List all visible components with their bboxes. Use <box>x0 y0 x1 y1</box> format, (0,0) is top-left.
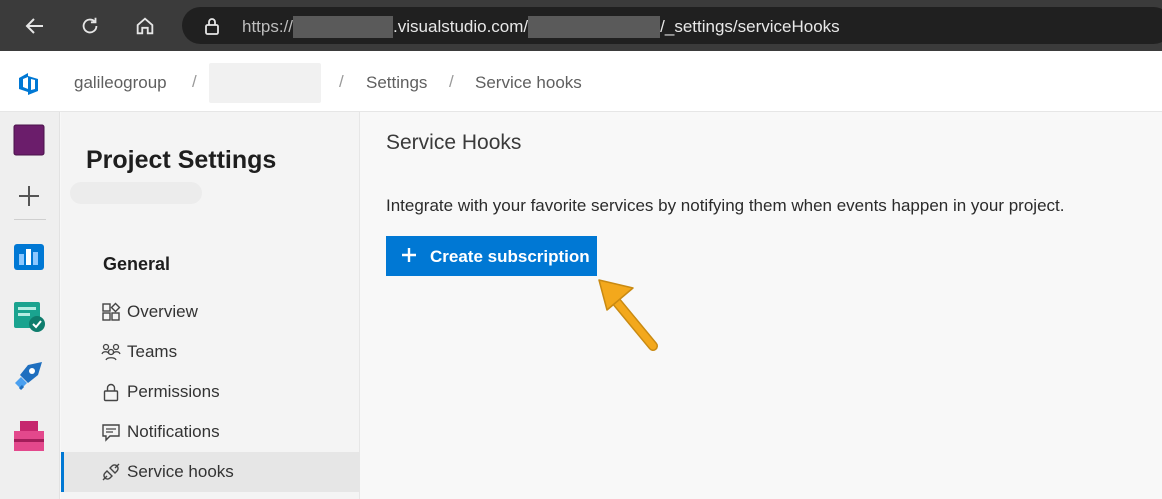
nav-item-notifications[interactable]: Notifications <box>61 412 360 452</box>
teams-icon <box>101 343 121 361</box>
url-text: https:// .visualstudio.com/ /_settings/s… <box>242 16 840 38</box>
general-group-title: General <box>103 254 171 274</box>
home-icon <box>136 17 154 35</box>
test-plans-icon <box>14 302 45 332</box>
create-subscription-button[interactable]: Create subscription <box>386 236 597 276</box>
boards-icon <box>14 244 44 270</box>
annotation-arrow-icon <box>598 279 658 351</box>
browser-toolbar: https:// .visualstudio.com/ /_settings/s… <box>0 0 1162 51</box>
home-button[interactable] <box>128 9 162 43</box>
nav-item-label: Notifications <box>127 422 220 441</box>
nav-item-label: Service hooks <box>127 462 234 481</box>
back-arrow-icon <box>25 18 43 34</box>
plus-icon <box>402 248 416 262</box>
page-description: Integrate with your favorite services by… <box>386 196 1065 215</box>
breadcrumb-separator: / <box>192 72 197 91</box>
boards-button[interactable] <box>12 240 46 274</box>
url-host: .visualstudio.com/ <box>393 17 529 36</box>
address-bar[interactable]: https:// .visualstudio.com/ /_settings/s… <box>182 7 1162 44</box>
azure-devops-logo[interactable] <box>17 70 43 101</box>
breadcrumb-service-hooks[interactable]: Service hooks <box>475 73 582 93</box>
main-content: Service Hooks Integrate with your favori… <box>361 112 1162 499</box>
breadcrumb-separator: / <box>339 72 344 91</box>
add-button[interactable] <box>12 179 46 213</box>
nav-item-label: Overview <box>127 302 198 321</box>
app-header: galileogroup / / Settings / Service hook… <box>0 51 1162 112</box>
lock-icon <box>205 18 219 35</box>
nav-item-permissions[interactable]: Permissions <box>61 372 360 412</box>
project-name-redacted <box>70 182 202 204</box>
project-avatar[interactable] <box>12 123 46 157</box>
refresh-icon <box>82 17 98 34</box>
nav-item-service-hooks[interactable]: Service hooks <box>61 452 360 492</box>
overview-icon <box>102 302 121 321</box>
settings-nav-panel: Project Settings General Overview Teams … <box>61 112 360 499</box>
rail-divider <box>14 219 46 220</box>
pipelines-button[interactable] <box>12 359 46 393</box>
redacted-block <box>293 16 394 38</box>
url-scheme: https:// <box>242 17 294 36</box>
redacted-block <box>528 16 661 38</box>
project-settings-title: Project Settings <box>86 146 277 174</box>
service-hooks-icon <box>102 463 120 481</box>
pipelines-icon <box>15 362 42 391</box>
azure-devops-icon <box>19 73 38 95</box>
back-button[interactable] <box>18 9 52 43</box>
breadcrumb-org[interactable]: galileogroup <box>74 73 167 93</box>
page-title: Service Hooks <box>386 131 522 154</box>
notifications-icon <box>102 424 120 442</box>
lock-icon <box>103 383 119 402</box>
url-path: /_settings/serviceHooks <box>660 17 840 36</box>
breadcrumb-separator: / <box>449 72 454 91</box>
nav-item-label: Permissions <box>127 382 220 401</box>
nav-item-label: Teams <box>127 342 178 361</box>
nav-item-teams[interactable]: Teams <box>61 332 360 372</box>
project-avatar-icon <box>13 124 45 156</box>
test-plans-button[interactable] <box>12 299 46 333</box>
artifacts-icon <box>14 421 44 451</box>
create-subscription-label: Create subscription <box>430 247 590 266</box>
nav-item-overview[interactable]: Overview <box>61 292 360 332</box>
left-nav-rail <box>0 112 60 499</box>
refresh-button[interactable] <box>73 9 107 43</box>
breadcrumb-settings[interactable]: Settings <box>366 73 427 93</box>
artifacts-button[interactable] <box>12 419 46 453</box>
breadcrumb-project-redacted[interactable] <box>209 63 321 103</box>
add-icon <box>19 186 39 206</box>
